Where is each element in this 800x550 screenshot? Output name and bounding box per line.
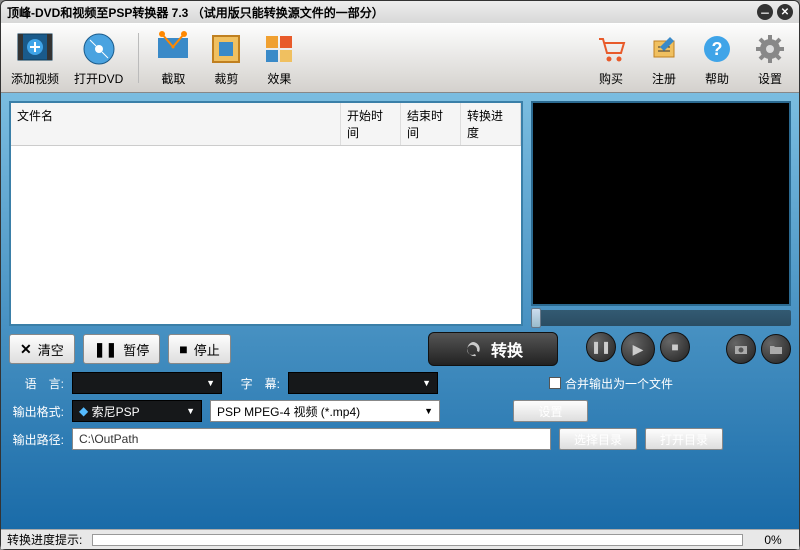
format-select[interactable]: PSP MPEG-4 视频 (*.mp4)▼ [210,400,440,422]
crop-label: 裁剪 [214,70,238,87]
status-label: 转换进度提示: [7,531,82,548]
list-header: 文件名 开始时间 结束时间 转换进度 [11,103,521,146]
separator [138,33,139,83]
device-select[interactable]: ◆ 索尼PSP▼ [72,400,202,422]
crop-icon [207,30,245,68]
media-stop-button[interactable]: ■ [660,332,690,362]
file-list[interactable]: 文件名 开始时间 结束时间 转换进度 [9,101,523,326]
capture-button[interactable]: 截取 [154,30,192,87]
col-progress[interactable]: 转换进度 [461,103,521,145]
capture-label: 截取 [161,70,185,87]
stop-button[interactable]: ■停止 [168,334,230,364]
col-filename[interactable]: 文件名 [11,103,341,145]
add-video-button[interactable]: 添加视频 [11,30,59,87]
effect-icon [260,30,298,68]
open-dir-button[interactable]: 打开目录 [645,428,723,450]
crop-button[interactable]: 裁剪 [207,30,245,87]
media-pause-button[interactable]: ❚❚ [586,332,616,362]
pause-button[interactable]: ❚❚暂停 [83,334,160,364]
browse-button[interactable]: 选择目录 [559,428,637,450]
statusbar: 转换进度提示: 0% [1,529,799,549]
language-select[interactable]: ▼ [72,372,222,394]
camera-icon [734,342,748,356]
chevron-down-icon: ▼ [206,378,215,388]
open-dvd-label: 打开DVD [74,70,123,87]
output-path-input[interactable]: C:\OutPath [72,428,551,450]
chevron-down-icon: ▼ [422,378,431,388]
pause-icon: ❚❚ [94,341,117,358]
progress-percent: 0% [753,533,793,547]
preview-panel [531,101,791,326]
convert-button[interactable]: 转换 [428,332,558,366]
subtitle-select[interactable]: ▼ [288,372,438,394]
merge-checkbox[interactable]: 合并输出为一个文件 [549,375,673,392]
help-label: 帮助 [705,70,729,87]
dvd-icon [80,30,118,68]
titlebar: 顶峰-DVD和视频至PSP转换器 7.3 （试用版只能转换源文件的一部分） － … [1,1,799,23]
effect-button[interactable]: 效果 [260,30,298,87]
progress-bar [92,534,743,546]
buy-label: 购买 [599,70,623,87]
chevron-down-icon: ▼ [424,406,433,416]
help-icon: ? [698,30,736,68]
format-settings-button[interactable]: 设置 [513,400,588,422]
stop-icon: ■ [179,341,187,357]
subtitle-label: 字 幕: [230,375,280,392]
preview-video [531,101,791,306]
gear-icon [751,30,789,68]
register-icon [645,30,683,68]
slider-thumb[interactable] [531,308,541,328]
cart-icon [592,30,630,68]
settings-label: 设置 [758,70,782,87]
help-button[interactable]: ? 帮助 [698,30,736,87]
add-video-icon [16,30,54,68]
scissors-icon [154,30,192,68]
window-title: 顶峰-DVD和视频至PSP转换器 7.3 （试用版只能转换源文件的一部分） [7,4,384,21]
col-starttime[interactable]: 开始时间 [341,103,401,145]
col-endtime[interactable]: 结束时间 [401,103,461,145]
language-label: 语 言: [9,375,64,392]
format-label: 输出格式: [9,403,64,420]
svg-text:?: ? [712,39,723,59]
settings-button[interactable]: 设置 [751,30,789,87]
path-label: 输出路径: [9,431,64,448]
minimize-button[interactable]: － [757,4,773,20]
preview-slider[interactable] [531,310,791,326]
add-video-label: 添加视频 [11,70,59,87]
close-button[interactable]: ✕ [777,4,793,20]
x-icon: ✕ [20,341,32,358]
buy-button[interactable]: 购买 [592,30,630,87]
open-dvd-button[interactable]: 打开DVD [74,30,123,87]
media-play-button[interactable]: ▶ [621,332,655,366]
refresh-icon [463,339,483,359]
chevron-down-icon: ▼ [186,406,195,416]
register-button[interactable]: 注册 [645,30,683,87]
main-area: 文件名 开始时间 结束时间 转换进度 ✕清空 ❚❚暂停 ■停止 转换 [1,93,799,529]
toolbar: 添加视频 打开DVD 截取 裁剪 效果 [1,23,799,93]
open-folder-button[interactable] [761,334,791,364]
effect-label: 效果 [267,70,291,87]
folder-icon [769,342,783,356]
register-label: 注册 [652,70,676,87]
snapshot-button[interactable] [726,334,756,364]
checkbox-icon [549,377,561,389]
clear-button[interactable]: ✕清空 [9,334,75,364]
